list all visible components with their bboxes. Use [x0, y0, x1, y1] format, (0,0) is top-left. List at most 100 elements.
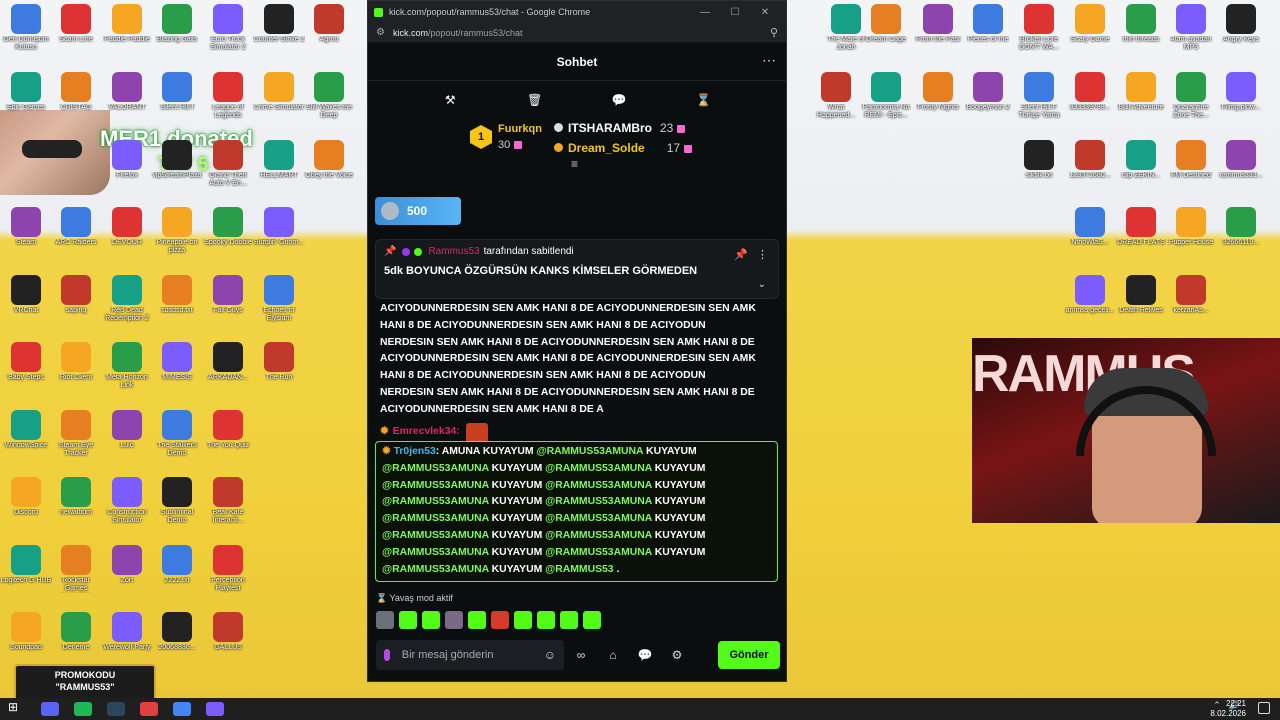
desktop-icon[interactable]: rammus333... [1215, 140, 1267, 180]
desktop-icon[interactable]: Blazing Sails [151, 4, 203, 44]
chat-username[interactable]: Emrecvlek34: [393, 424, 460, 441]
desktop-icon[interactable]: VRChat [0, 275, 52, 315]
desktop-icon[interactable]: Crime Simulator [253, 72, 305, 112]
desktop-icon[interactable]: 20068836... [151, 612, 203, 652]
desktop-icon[interactable]: Dream Cage [860, 4, 912, 44]
mention[interactable]: @RAMMUS53AMUNA [545, 480, 652, 491]
desktop-icon[interactable]: Puppet House [1165, 207, 1217, 247]
desktop-icon[interactable]: Silent Hill f [151, 72, 203, 112]
gear-icon[interactable]: ⚙ [662, 648, 692, 662]
desktop-icon[interactable]: Euro Truck Simulator 2 [202, 4, 254, 52]
mention[interactable]: @RAMMUS53 [545, 564, 613, 575]
desktop-icon[interactable]: Scam Line [50, 4, 102, 44]
desktop-icon[interactable]: 4tam avadan MP3 [1165, 4, 1217, 52]
desktop-icon[interactable]: Still Wakes the Deep [303, 72, 355, 120]
taskbar-app-icon[interactable] [74, 702, 92, 716]
desktop-icon[interactable]: newalbum [50, 477, 102, 517]
taskbar-app-icon[interactable] [107, 702, 125, 716]
leader-third[interactable]: Dream_Solde 17 [554, 141, 693, 155]
mention[interactable]: @RAMMUS53AMUNA [545, 496, 652, 507]
desktop-icon[interactable]: DREAD FLATS [1115, 207, 1167, 247]
mention[interactable]: @RAMMUS53AMUNA [382, 564, 489, 575]
desktop-icon[interactable]: ARC Raiders [50, 207, 102, 247]
desktop-icon[interactable]: Geri Dönüşüm Kutusu [0, 4, 52, 52]
desktop-icon[interactable]: Death Relives [1115, 275, 1167, 315]
desktop-icon[interactable]: Grand Theft Auto V En... [202, 140, 254, 188]
emote-button[interactable] [422, 611, 440, 629]
trash-icon[interactable]: 🗑 [525, 90, 545, 110]
mention[interactable]: @RAMMUS53AMUNA [545, 463, 652, 474]
desktop-icon[interactable]: Riot Client [50, 342, 102, 382]
desktop-icon[interactable]: Agrou [303, 4, 355, 44]
desktop-icon[interactable]: 123371680... [1064, 140, 1116, 180]
desktop-icon[interactable]: vlpStreamPlaza [151, 140, 203, 180]
desktop-icon[interactable]: The Stalker5 Demo [151, 410, 203, 458]
hourglass-icon[interactable]: ⌛ [694, 90, 714, 110]
desktop-icon[interactable]: Pineapple on pizza [151, 207, 203, 255]
send-button[interactable]: Gönder [718, 641, 780, 669]
chat-username[interactable]: Tr0jen53 [394, 446, 436, 457]
maximize-button[interactable]: ☐ [720, 7, 750, 18]
desktop-icon[interactable]: Firefox [101, 140, 153, 180]
desktop-icon[interactable]: VALORANT [101, 72, 153, 112]
desktop-icon[interactable]: Werewolf Party [101, 612, 153, 652]
emote-button[interactable] [376, 611, 394, 629]
more-options-icon[interactable]: ⋯ [762, 52, 776, 69]
desktop-icon[interactable]: Soundpad [0, 612, 52, 652]
desktop-icon[interactable]: WindowSpice [0, 410, 52, 450]
mention[interactable]: @RAMMUS53AMUNA [382, 530, 489, 541]
desktop-icon[interactable]: Obey the Voice [303, 140, 355, 180]
pinned-controls[interactable]: 📌 ⋮ [734, 248, 768, 261]
emote-button[interactable] [445, 611, 463, 629]
desktop-icon[interactable]: Logitech G HUB [0, 545, 52, 585]
desktop-icon[interactable]: Angry Keys [1215, 4, 1267, 44]
desktop-icon[interactable]: What Happened... [810, 72, 862, 120]
desktop-icon[interactable]: Steam Eye Tracker [50, 410, 102, 458]
desktop-icon[interactable]: The Run [253, 342, 305, 382]
taskbar-app-icon[interactable] [206, 702, 224, 716]
chat-bubble-icon[interactable]: 💬 [609, 90, 629, 110]
desktop-icon[interactable]: siktilk.txt [1013, 140, 1065, 180]
taskbar-app-icon[interactable] [140, 702, 158, 716]
desktop-icon[interactable]: FM Destined [1165, 140, 1217, 180]
desktop-icon[interactable]: Deneme [50, 612, 102, 652]
leader-second[interactable]: ITSHARAMBro 23 [554, 121, 686, 135]
desktop-icon[interactable]: Counter-Strike 2 [253, 4, 305, 44]
chat-bubble-icon[interactable]: 💬 [630, 648, 660, 662]
desktop-icon[interactable]: DEVOUR [101, 207, 153, 247]
desktop-icon[interactable]: Echoes of Elysium [253, 275, 305, 323]
desktop-icon[interactable]: Broken Lore DON'T WA... [1013, 4, 1065, 52]
start-icon[interactable]: ⊞ [8, 700, 26, 718]
desktop-icon[interactable]: CRISTAG [50, 72, 102, 112]
desktop-icon[interactable]: Discord [0, 477, 52, 517]
pinned-by-user[interactable]: Rammus53 [428, 246, 479, 257]
chrome-icon[interactable] [173, 702, 191, 716]
mention[interactable]: @RAMMUS53AMUNA [382, 513, 489, 524]
emote-button[interactable] [399, 611, 417, 629]
desktop-icon[interactable]: The You Quiz [202, 410, 254, 450]
address-bar[interactable]: ⚙ kick.com /popout/rammus53/chat ⚲ [368, 23, 786, 43]
clock[interactable]: 22:21 8.02.2026 [1210, 699, 1246, 719]
mention[interactable]: @RAMMUS53AMUNA [382, 496, 489, 507]
emote-button[interactable] [491, 611, 509, 629]
pinned-message[interactable]: 📌 Rammus53 tarafından sabitlendi 5dk BOY… [375, 239, 779, 299]
desktop-icon[interactable]: Red Dead Redemption 2 [101, 275, 153, 323]
desktop-icon[interactable]: Pieces of me [962, 4, 1014, 44]
desktop-icon[interactable]: Silent Hill F Türkçe Yama [1013, 72, 1065, 120]
desktop-icon[interactable]: Zort [101, 545, 153, 585]
desktop-icon[interactable]: 32666119... [1215, 207, 1267, 247]
mention[interactable]: @RAMMUS53AMUNA [382, 463, 489, 474]
leader-top-name[interactable]: Fuurkqn [498, 123, 542, 135]
desktop-icon[interactable]: GALLUS [202, 612, 254, 652]
desktop-icon[interactable]: Paranormia No REMI - Epis... [860, 72, 912, 120]
desktop-icon[interactable]: Perception Playtest [202, 545, 254, 593]
desktop-icon[interactable]: Frosty Nights [912, 72, 964, 112]
desktop-icon[interactable]: Bull Adventure [1115, 72, 1167, 112]
desktop-icon[interactable]: Lulo [101, 410, 153, 450]
emote-button[interactable] [583, 611, 601, 629]
close-button[interactable]: ✕ [750, 7, 780, 18]
expand-leaderboard-icon[interactable]: ≡ [571, 157, 578, 171]
infinity-icon[interactable]: ∞ [566, 648, 596, 662]
desktop-icon[interactable]: Scary Game [1064, 4, 1116, 44]
zoom-icon[interactable]: ⚲ [770, 26, 778, 39]
